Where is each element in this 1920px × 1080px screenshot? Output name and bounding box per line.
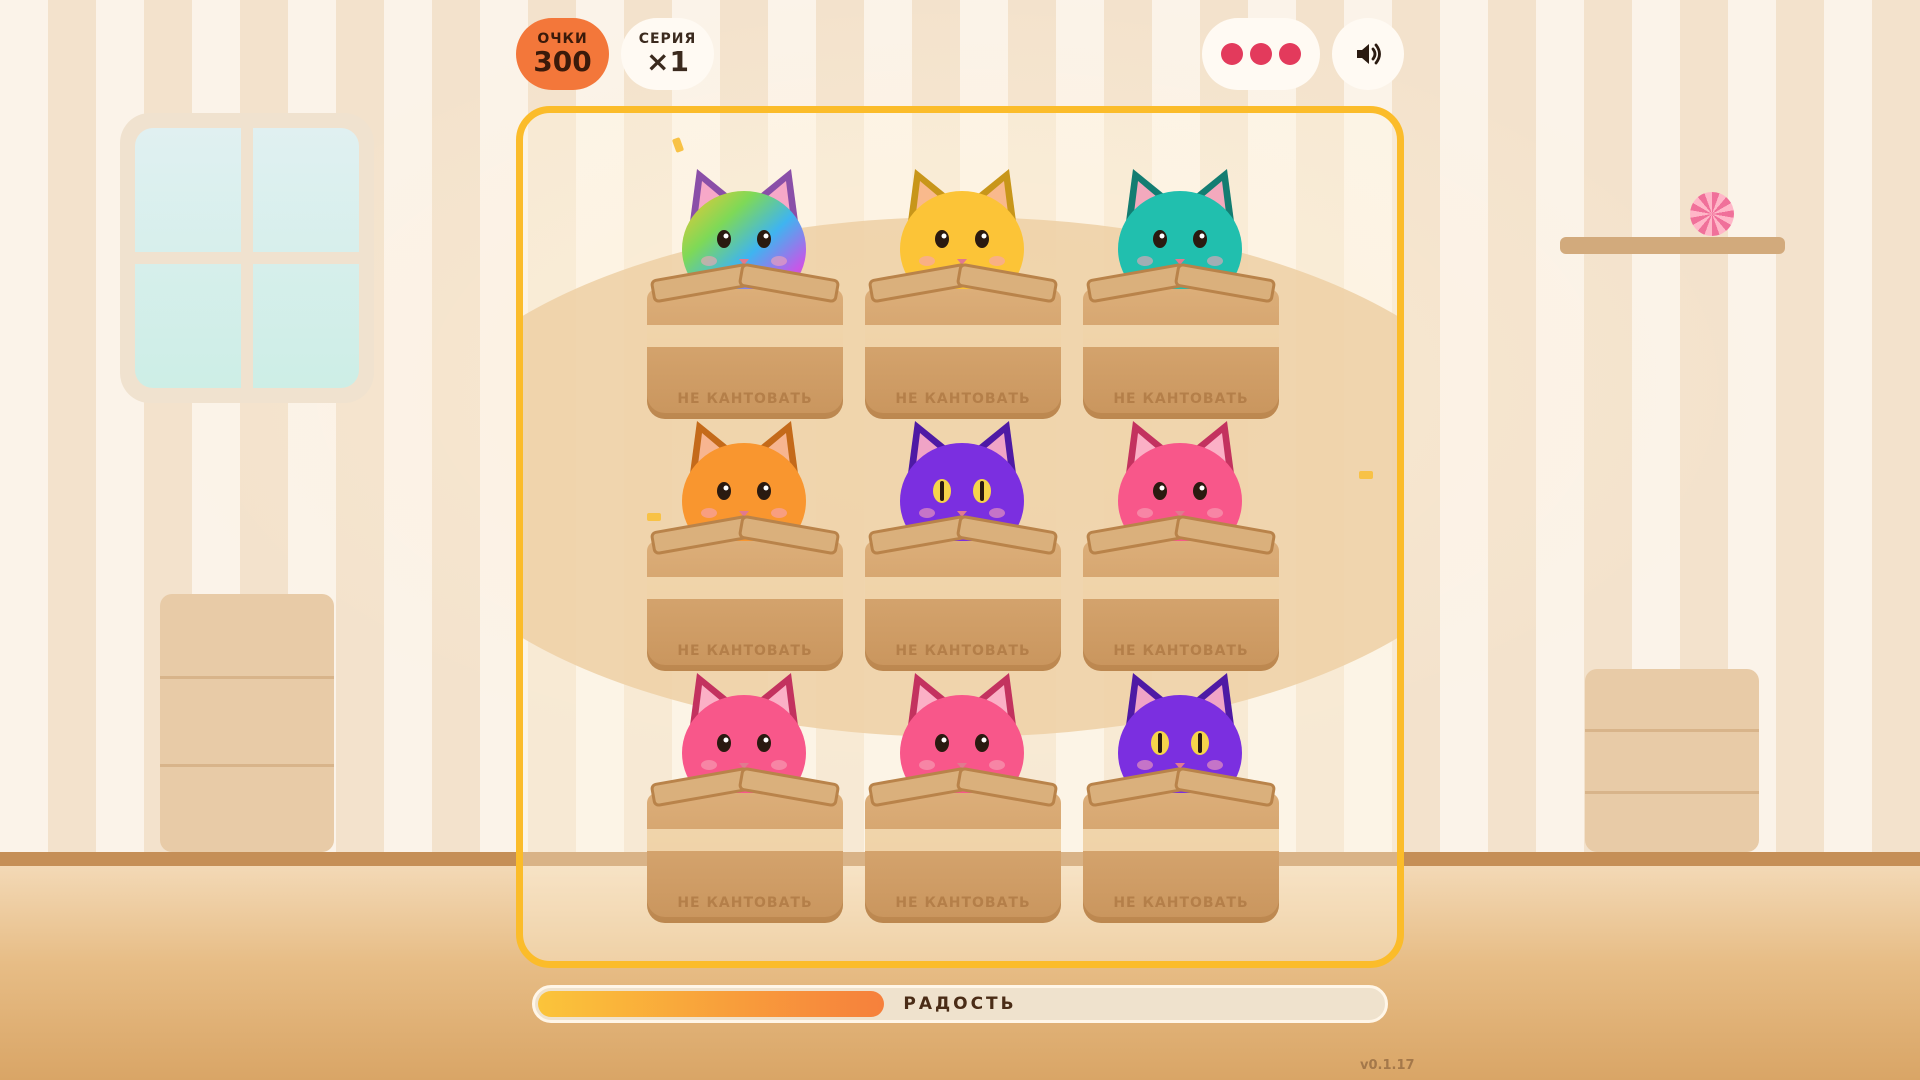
box-stamp: НЕ КАНТОВАТЬ <box>677 895 813 911</box>
box-tape <box>1083 829 1279 851</box>
box-stamp: НЕ КАНТОВАТЬ <box>1113 643 1249 659</box>
cat-box-cell[interactable]: НЕ КАНТОВАТЬ <box>1083 159 1279 419</box>
joy-meter-label: РАДОСТЬ <box>903 994 1017 1014</box>
cat-box-cell[interactable]: НЕ КАНТОВАТЬ <box>647 663 843 923</box>
life-heart-icon <box>1279 43 1301 65</box>
box-tape <box>865 325 1061 347</box>
streak-badge: СЕРИЯ ×1 <box>621 18 714 90</box>
wall-shelf <box>1560 237 1785 254</box>
cardboard-box: НЕ КАНТОВАТЬ <box>647 289 843 419</box>
lives-indicator <box>1202 18 1320 90</box>
box-stamp: НЕ КАНТОВАТЬ <box>895 895 1031 911</box>
cardboard-box: НЕ КАНТОВАТЬ <box>865 793 1061 923</box>
confetti <box>671 137 685 153</box>
box-tape <box>1083 577 1279 599</box>
box-stamp: НЕ КАНТОВАТЬ <box>1113 895 1249 911</box>
box-stamp: НЕ КАНТОВАТЬ <box>895 391 1031 407</box>
cat-box-cell[interactable]: НЕ КАНТОВАТЬ <box>865 411 1061 671</box>
cardboard-box: НЕ КАНТОВАТЬ <box>1083 541 1279 671</box>
box-stamp: НЕ КАНТОВАТЬ <box>677 391 813 407</box>
cardboard-box: НЕ КАНТОВАТЬ <box>647 793 843 923</box>
score-value: 300 <box>533 45 592 78</box>
score-badge: ОЧКИ 300 <box>516 18 609 90</box>
box-tape <box>647 325 843 347</box>
cat-box-cell[interactable]: НЕ КАНТОВАТЬ <box>1083 663 1279 923</box>
cardboard-box: НЕ КАНТОВАТЬ <box>865 541 1061 671</box>
life-heart-icon <box>1221 43 1243 65</box>
version-label: v0.1.17 <box>1360 1058 1415 1073</box>
cardboard-box: НЕ КАНТОВАТЬ <box>647 541 843 671</box>
box-stamp: НЕ КАНТОВАТЬ <box>1113 391 1249 407</box>
yarn-ball-icon <box>1690 192 1734 236</box>
joy-meter: РАДОСТЬ <box>532 985 1388 1023</box>
cat-box-cell[interactable]: НЕ КАНТОВАТЬ <box>865 663 1061 923</box>
box-tape <box>1083 325 1279 347</box>
right-cabinet <box>1585 669 1759 852</box>
sound-toggle-button[interactable] <box>1332 18 1404 90</box>
cardboard-box: НЕ КАНТОВАТЬ <box>865 289 1061 419</box>
box-stamp: НЕ КАНТОВАТЬ <box>895 643 1031 659</box>
cat-box-cell[interactable]: НЕ КАНТОВАТЬ <box>865 159 1061 419</box>
streak-value: ×1 <box>646 45 689 78</box>
box-tape <box>647 577 843 599</box>
cardboard-box: НЕ КАНТОВАТЬ <box>1083 793 1279 923</box>
confetti <box>1359 471 1373 479</box>
box-tape <box>865 577 1061 599</box>
cat-box-cell[interactable]: НЕ КАНТОВАТЬ <box>647 411 843 671</box>
room-window <box>120 113 374 403</box>
box-stamp: НЕ КАНТОВАТЬ <box>677 643 813 659</box>
left-cabinet <box>160 594 334 852</box>
speaker-icon <box>1357 43 1381 65</box>
box-tape <box>865 829 1061 851</box>
cardboard-box: НЕ КАНТОВАТЬ <box>1083 289 1279 419</box>
box-tape <box>647 829 843 851</box>
game-board: НЕ КАНТОВАТЬ НЕ КАНТОВАТЬ НЕ КАНТОВАТЬ Н… <box>516 106 1404 968</box>
life-heart-icon <box>1250 43 1272 65</box>
cat-box-cell[interactable]: НЕ КАНТОВАТЬ <box>647 159 843 419</box>
cat-box-cell[interactable]: НЕ КАНТОВАТЬ <box>1083 411 1279 671</box>
